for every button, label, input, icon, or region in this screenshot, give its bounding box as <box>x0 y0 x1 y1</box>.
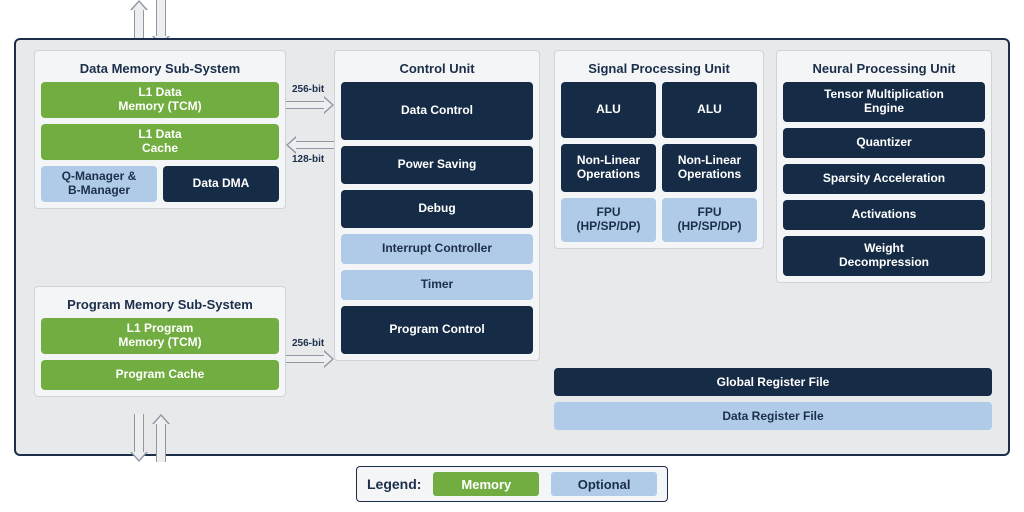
data-dma: Data DMA <box>163 166 279 202</box>
quantizer: Quantizer <box>783 128 985 158</box>
section-title: Signal Processing Unit <box>561 57 757 82</box>
legend: Legend: Memory Optional <box>356 466 668 502</box>
l1-data-cache: L1 DataCache <box>41 124 279 160</box>
debug: Debug <box>341 190 533 228</box>
legend-optional: Optional <box>551 472 657 496</box>
q-b-manager: Q-Manager &B-Manager <box>41 166 157 202</box>
activations: Activations <box>783 200 985 230</box>
bus-arrow-256-prog-icon <box>286 350 334 368</box>
nonlinear-ops-1: Non-LinearOperations <box>662 144 757 192</box>
section-program-memory: Program Memory Sub-System L1 ProgramMemo… <box>34 286 286 397</box>
bus-label-128: 128-bit <box>292 154 324 165</box>
bottom-arrow-down-icon <box>130 414 148 462</box>
alu-1: ALU <box>662 82 757 138</box>
fpu-0: FPU(HP/SP/DP) <box>561 198 656 242</box>
l1-data-tcm: L1 DataMemory (TCM) <box>41 82 279 118</box>
program-cache: Program Cache <box>41 360 279 390</box>
weight-decompression: WeightDecompression <box>783 236 985 276</box>
bus-arrow-256-icon <box>286 96 334 114</box>
section-title: Control Unit <box>341 57 533 82</box>
legend-label: Legend: <box>367 476 421 492</box>
sparsity-accel: Sparsity Acceleration <box>783 164 985 194</box>
global-register-file: Global Register File <box>554 368 992 396</box>
program-control: Program Control <box>341 306 533 354</box>
section-npu: Neural Processing Unit Tensor Multiplica… <box>776 50 992 283</box>
section-control-unit: Control Unit Data Control Power Saving D… <box>334 50 540 361</box>
bus-label-256-prog: 256-bit <box>292 338 324 349</box>
l1-program-tcm: L1 ProgramMemory (TCM) <box>41 318 279 354</box>
tensor-mul-engine: Tensor MultiplicationEngine <box>783 82 985 122</box>
bottom-arrow-up-icon <box>152 414 170 462</box>
timer: Timer <box>341 270 533 300</box>
nonlinear-ops-0: Non-LinearOperations <box>561 144 656 192</box>
interrupt-controller: Interrupt Controller <box>341 234 533 264</box>
data-register-file: Data Register File <box>554 402 992 430</box>
bus-label-256: 256-bit <box>292 84 324 95</box>
legend-memory: Memory <box>433 472 539 496</box>
alu-0: ALU <box>561 82 656 138</box>
power-saving: Power Saving <box>341 146 533 184</box>
section-title: Data Memory Sub-System <box>41 57 279 82</box>
fpu-1: FPU(HP/SP/DP) <box>662 198 757 242</box>
section-title: Neural Processing Unit <box>783 57 985 82</box>
section-spu: Signal Processing Unit ALU ALU Non-Linea… <box>554 50 764 249</box>
bus-arrow-128-icon <box>286 136 334 154</box>
section-data-memory: Data Memory Sub-System L1 DataMemory (TC… <box>34 50 286 209</box>
section-title: Program Memory Sub-System <box>41 293 279 318</box>
data-control: Data Control <box>341 82 533 140</box>
soc-outline: Data Memory Sub-System L1 DataMemory (TC… <box>14 38 1010 456</box>
